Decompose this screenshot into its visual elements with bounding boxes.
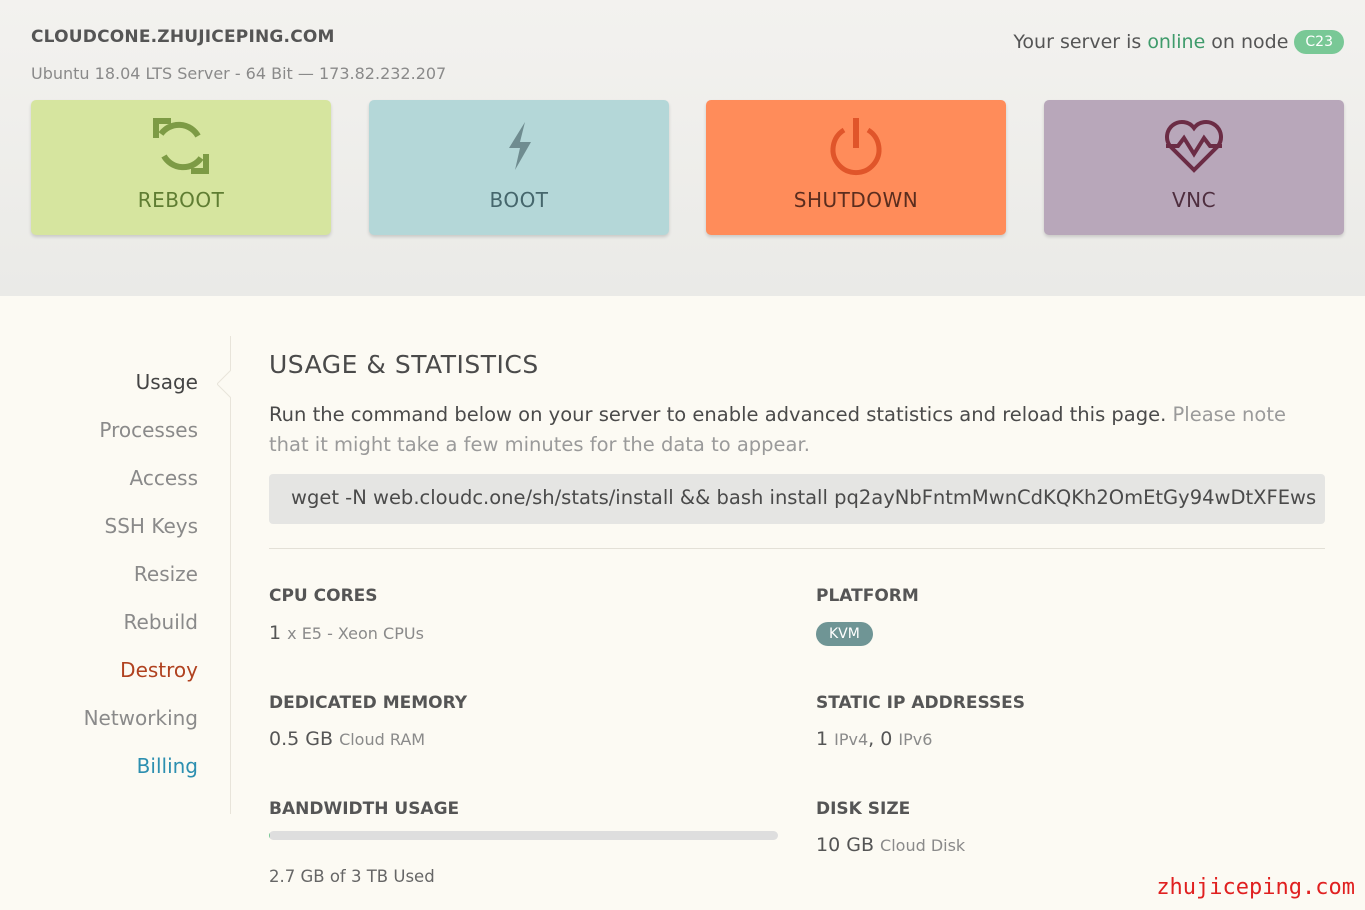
reboot-icon (153, 118, 209, 174)
sidebar-item-rebuild[interactable]: Rebuild (124, 610, 198, 634)
memory-amount: 0.5 GB (269, 728, 334, 750)
sidebar-item-access[interactable]: Access (130, 466, 198, 490)
node-badge: C23 (1294, 30, 1344, 54)
boot-button[interactable]: BOOT (369, 100, 669, 235)
bandwidth-bar (269, 831, 778, 840)
heart-monitor-icon (1165, 120, 1223, 173)
install-command[interactable]: wget -N web.cloudc.one/sh/stats/install … (269, 474, 1325, 524)
watermark: zhujiceping.com (1156, 875, 1355, 900)
side-nav: Usage Processes Access SSH Keys Resize R… (0, 336, 231, 814)
server-header: CLOUDCONE.ZHUJICEPING.COM Ubuntu 18.04 L… (0, 0, 1365, 296)
ipv4-unit: IPv4 (834, 730, 869, 749)
status-suffix: on node (1211, 31, 1289, 53)
disk-amount: 10 GB (816, 834, 874, 856)
sidebar-item-processes[interactable]: Processes (99, 418, 198, 442)
server-status: Your server is online on node C23 (1013, 30, 1344, 54)
platform-badge: KVM (816, 622, 873, 646)
platform-label: PLATFORM (816, 586, 919, 606)
cpu-count: 1 (269, 622, 282, 644)
lightning-icon (509, 122, 531, 170)
sidebar-item-billing[interactable]: Billing (137, 754, 198, 778)
sidebar-item-ssh-keys[interactable]: SSH Keys (105, 514, 198, 538)
disk-label: DISK SIZE (816, 799, 911, 819)
sidebar-item-networking[interactable]: Networking (84, 706, 198, 730)
ipv6-unit: IPv6 (898, 730, 933, 749)
cpu-label: CPU CORES (269, 586, 378, 606)
server-hostname: CLOUDCONE.ZHUJICEPING.COM (31, 27, 335, 47)
active-indicator-arrow (217, 370, 231, 398)
stats-description: Run the command below on your server to … (269, 400, 1325, 460)
bandwidth-label: BANDWIDTH USAGE (269, 799, 460, 819)
status-online: online (1147, 31, 1206, 53)
ipv4-count: 1 (816, 728, 829, 750)
vnc-label: VNC (1171, 188, 1217, 212)
vnc-button[interactable]: VNC (1044, 100, 1344, 235)
sidebar-item-resize[interactable]: Resize (134, 562, 198, 586)
memory-label: DEDICATED MEMORY (269, 693, 468, 713)
ip-separator: , (868, 728, 875, 750)
disk-value: 10 GB Cloud Disk (816, 834, 965, 856)
divider (269, 548, 1325, 549)
ip-value: 1 IPv4, 0 IPv6 (816, 728, 932, 750)
memory-value: 0.5 GB Cloud RAM (269, 728, 425, 750)
shutdown-button[interactable]: SHUTDOWN (706, 100, 1006, 235)
reboot-label: REBOOT (137, 188, 225, 212)
boot-label: BOOT (489, 188, 549, 212)
bandwidth-text: 2.7 GB of 3 TB Used (269, 867, 435, 886)
power-icon (830, 118, 882, 176)
cpu-value: 1 x E5 - Xeon CPUs (269, 622, 424, 644)
cpu-unit: x E5 - Xeon CPUs (287, 624, 424, 643)
server-subline: Ubuntu 18.04 LTS Server - 64 Bit — 173.8… (31, 64, 447, 83)
sidebar-item-destroy[interactable]: Destroy (120, 658, 198, 682)
disk-unit: Cloud Disk (880, 836, 966, 855)
page-title: USAGE & STATISTICS (269, 350, 539, 379)
reboot-button[interactable]: REBOOT (31, 100, 331, 235)
shutdown-label: SHUTDOWN (793, 188, 919, 212)
ip-label: STATIC IP ADDRESSES (816, 693, 1026, 713)
ipv6-count: 0 (880, 728, 893, 750)
memory-unit: Cloud RAM (339, 730, 426, 749)
sidebar-item-usage[interactable]: Usage (136, 370, 198, 394)
description-text: Run the command below on your server to … (269, 403, 1167, 426)
status-prefix: Your server is (1013, 31, 1142, 53)
